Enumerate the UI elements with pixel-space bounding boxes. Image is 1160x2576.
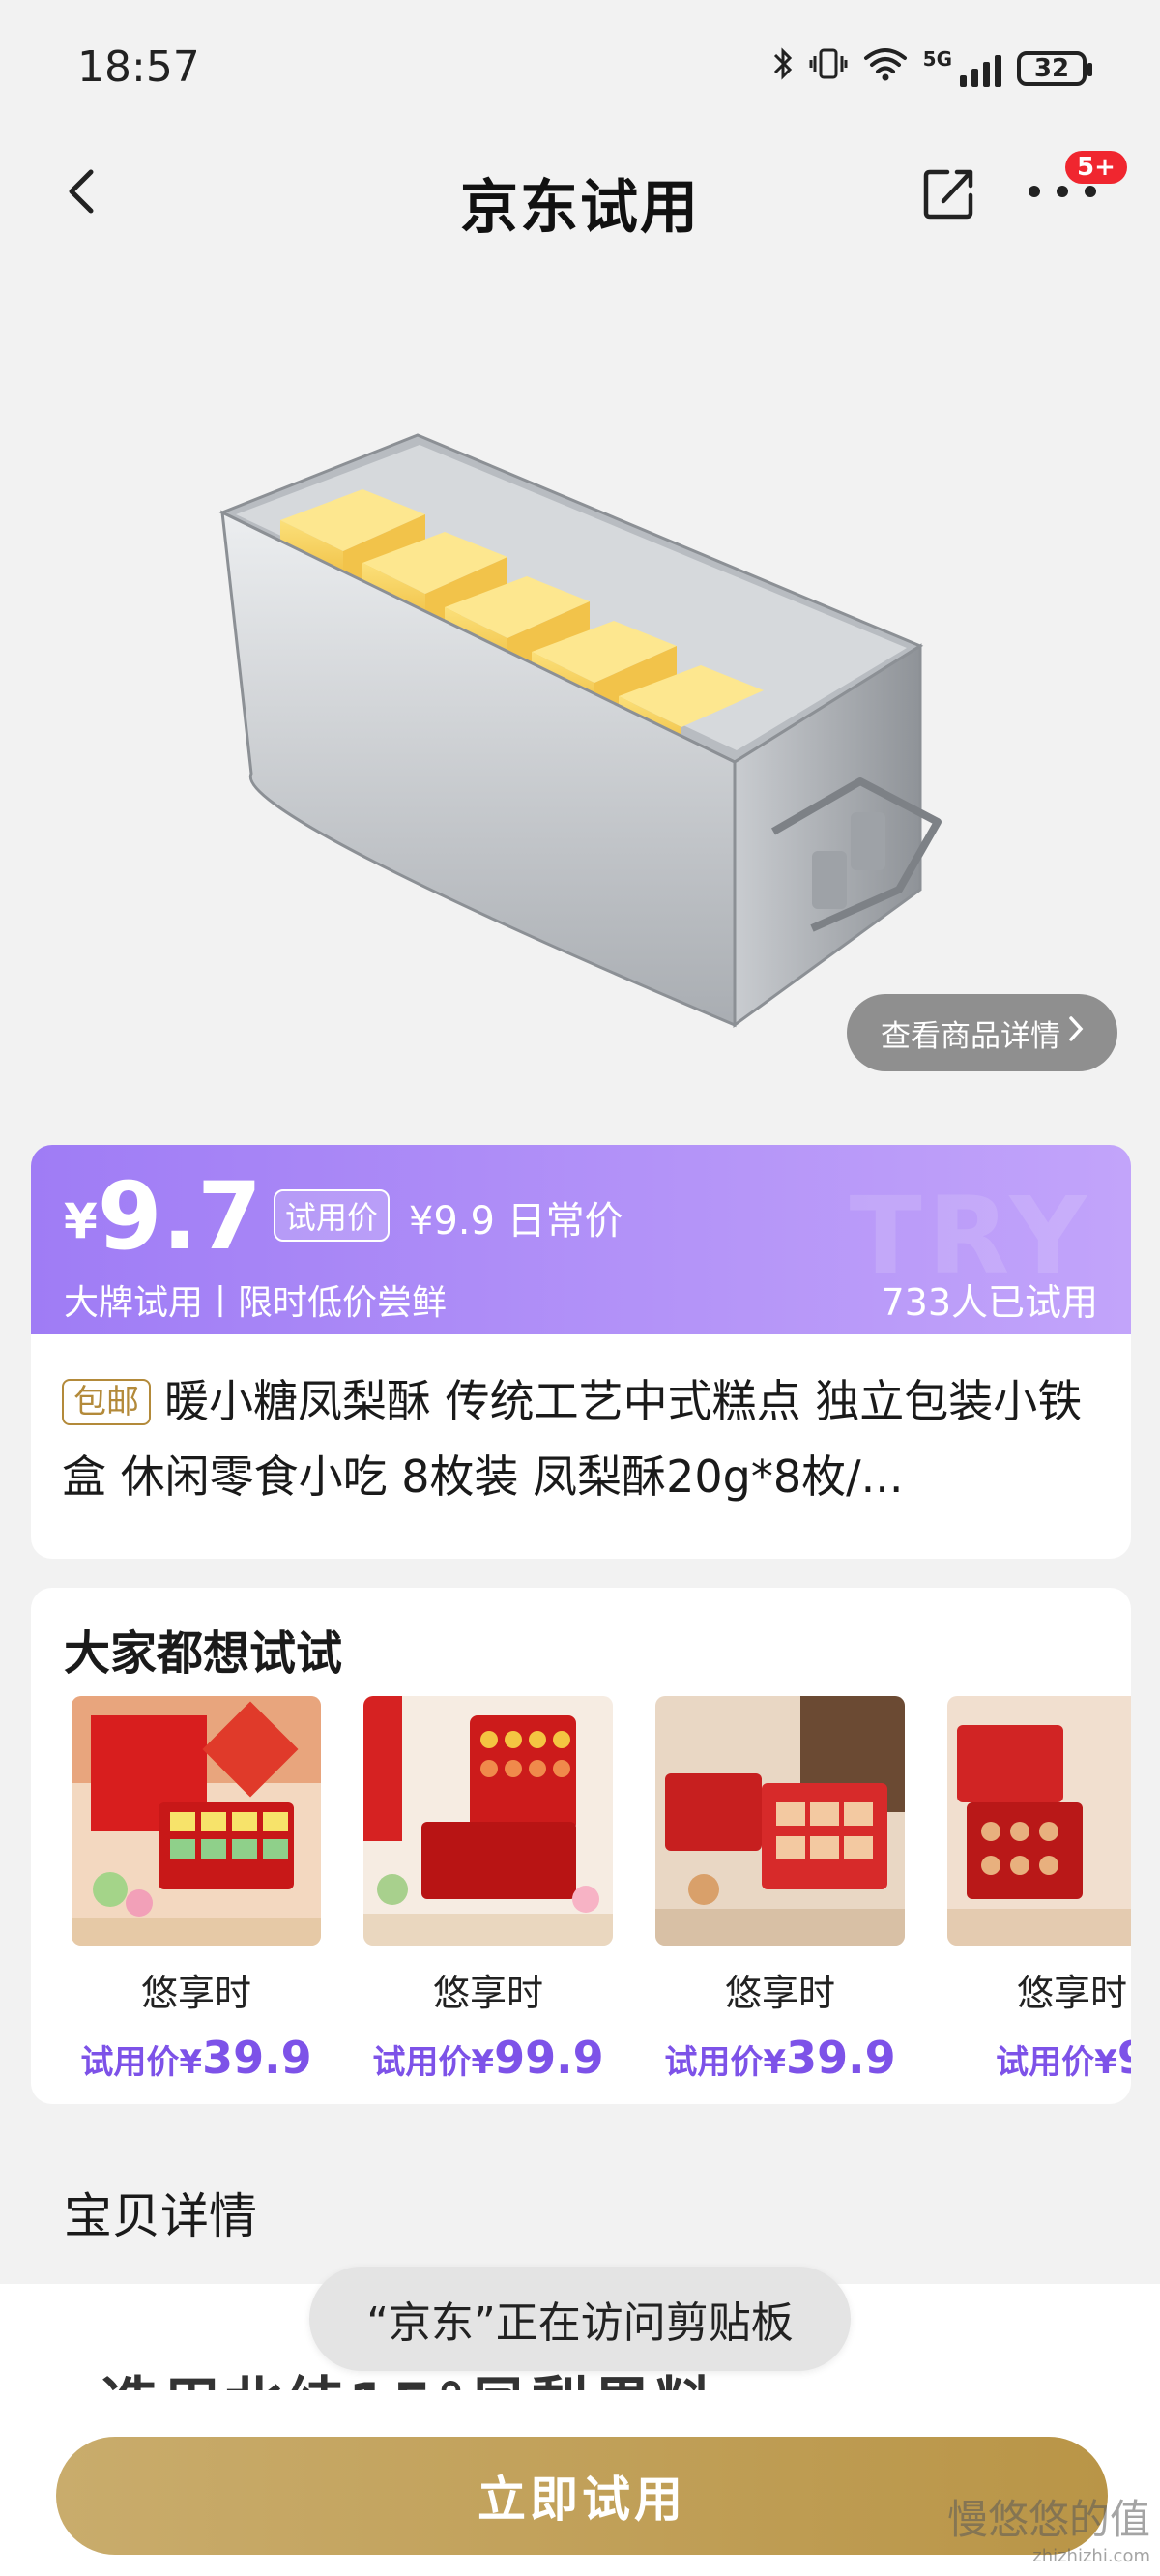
page-title: 京东试用: [460, 174, 700, 242]
notification-badge: 5+: [1065, 151, 1127, 184]
rec-item-image: [947, 1696, 1131, 1946]
vibrate-icon: [809, 46, 848, 90]
price-currency: ¥: [64, 1193, 98, 1249]
rec-item-price-label: 试用价¥: [80, 2043, 203, 2082]
original-price: ¥9.9 日常价: [408, 1199, 624, 1244]
rec-item-price-label: 试用价¥: [664, 2043, 787, 2082]
view-details-button[interactable]: 查看商品详情: [847, 994, 1117, 1071]
product-title-card: 包邮 暖小糖凤梨酥 传统工艺中式糕点 独立包装小铁盒 休闲零食小吃 8枚装 凤梨酥…: [31, 1334, 1131, 1559]
view-details-label: 查看商品详情: [881, 1018, 1060, 1054]
product-title: 暖小糖凤梨酥 传统工艺中式糕点 独立包装小铁盒 休闲零食小吃 8枚装 凤梨酥20…: [62, 1375, 1083, 1503]
rec-item[interactable]: 悠享时 试用价¥9: [947, 1696, 1131, 2084]
recommendations-card: 大家都想试试 悠享时 试用价¥39.9 悠享时 试用价¥99.9 悠享时 试用价…: [31, 1588, 1131, 2104]
rec-item-name: 悠享时: [724, 1972, 835, 2014]
bottom-bar: 立即试用 慢悠悠的值 zhizhizhi.com: [0, 2390, 1160, 2576]
wifi-icon: [863, 46, 908, 90]
rec-item-price: 试用价¥39.9: [72, 2032, 321, 2084]
trial-price-tag: 试用价: [273, 1189, 390, 1242]
battery-icon: 32: [1017, 50, 1092, 86]
rec-item-price: 试用价¥9: [947, 2032, 1131, 2084]
product-title-wrap: 包邮 暖小糖凤梨酥 传统工艺中式糕点 独立包装小铁盒 休闲零食小吃 8枚装 凤梨酥…: [62, 1363, 1096, 1514]
rec-item[interactable]: 悠享时 试用价¥39.9: [655, 1696, 905, 2084]
battery-level: 32: [1033, 53, 1070, 83]
price-row: ¥ 9.7 试用价 ¥9.9 日常价: [64, 1170, 624, 1263]
status-icons: 5G 32: [772, 46, 1092, 90]
watermark-text: 慢悠悠的值: [946, 2496, 1150, 2543]
rec-item[interactable]: 悠享时 试用价¥99.9: [363, 1696, 613, 2084]
rec-item-image: [72, 1696, 321, 1946]
product-image[interactable]: [193, 406, 967, 1064]
price-banner: TRY ¥ 9.7 试用价 ¥9.9 日常价 大牌试用丨限时低价尝鲜 733人已…: [31, 1145, 1131, 1338]
free-shipping-tag: 包邮: [62, 1379, 151, 1425]
status-bar: 18:57 5G 32: [0, 0, 1160, 135]
rec-item-price-label: 试用价¥: [372, 2043, 495, 2082]
details-heading: 宝贝详情: [64, 2188, 257, 2244]
rec-item-name: 悠享时: [1016, 1972, 1127, 2014]
site-watermark: 慢悠悠的值 zhizhizhi.com: [947, 2487, 1150, 2566]
trial-price: 9.7: [97, 1162, 262, 1271]
promo-text: 大牌试用丨限时低价尝鲜: [64, 1283, 448, 1323]
more-icon[interactable]: [1029, 186, 1096, 201]
share-icon[interactable]: [918, 162, 980, 224]
rec-item-price-value: 99.9: [494, 2032, 604, 2084]
clipboard-toast: “京东”正在访问剪贴板: [309, 2267, 851, 2371]
signal-icon: [960, 50, 1001, 87]
recommendations-heading: 大家都想试试: [64, 1626, 343, 1681]
rec-item-name: 悠享时: [140, 1972, 251, 2014]
rec-item-price: 试用价¥99.9: [363, 2032, 613, 2084]
status-time: 18:57: [77, 43, 200, 92]
rec-item[interactable]: 悠享时 试用价¥39.9: [72, 1696, 321, 2084]
rec-item-image: [363, 1696, 613, 1946]
watermark-site: zhizhizhi.com: [1032, 2546, 1150, 2566]
tried-count: 733人已试用: [881, 1281, 1098, 1324]
rec-item-name: 悠享时: [432, 1972, 543, 2014]
rec-item-price-value: 39.9: [786, 2032, 896, 2084]
rec-item-price-value: 9: [1117, 2032, 1131, 2084]
rec-item-price-label: 试用价¥: [996, 2043, 1117, 2082]
bluetooth-icon: [772, 46, 794, 90]
rec-item-image: [655, 1696, 905, 1946]
rec-item-price-value: 39.9: [202, 2032, 312, 2084]
chevron-right-icon: [1068, 1015, 1084, 1050]
rec-item-price: 试用价¥39.9: [655, 2032, 905, 2084]
network-label: 5G: [922, 46, 952, 71]
nav-bar: 京东试用 5+: [0, 135, 1160, 261]
